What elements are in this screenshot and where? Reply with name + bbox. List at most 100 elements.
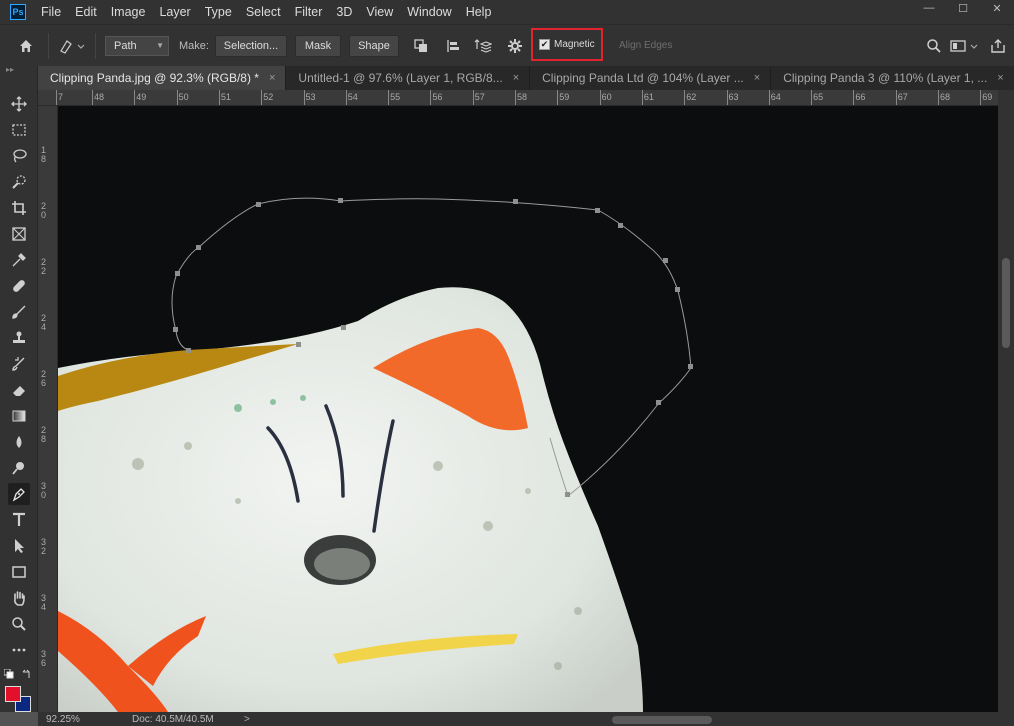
eyedropper-icon[interactable] (8, 249, 30, 271)
tools-panel: ▸▸ (0, 66, 38, 712)
close-icon[interactable]: × (269, 72, 275, 84)
magnetic-label[interactable]: Magnetic (554, 39, 595, 50)
ruler-tick (56, 90, 57, 105)
frame-icon[interactable] (8, 223, 30, 245)
tab-clipping-panda-ltd[interactable]: Clipping Panda Ltd @ 104% (Layer ... × (530, 66, 772, 90)
tab-label: Clipping Panda 3 @ 110% (Layer 1, ... (783, 71, 988, 85)
maximize-button[interactable]: ☐ (946, 0, 980, 16)
ruler-label: 7 (58, 92, 64, 102)
close-icon[interactable]: × (754, 72, 760, 84)
menu-view[interactable]: View (359, 0, 400, 24)
lasso-icon[interactable] (8, 145, 30, 167)
ruler-tick (641, 90, 643, 105)
vertical-scroll-thumb[interactable] (1002, 258, 1010, 348)
chevron-down-icon: ▼ (156, 41, 164, 50)
hand-icon[interactable] (8, 587, 30, 609)
history-brush-icon[interactable] (8, 353, 30, 375)
pen-icon[interactable] (8, 483, 30, 505)
minimize-button[interactable]: — (912, 0, 946, 16)
menu-file[interactable]: File (34, 0, 68, 24)
tab-label: Clipping Panda.jpg @ 92.3% (RGB/8) * (50, 71, 259, 85)
menu-edit[interactable]: Edit (68, 0, 104, 24)
menu-window[interactable]: Window (400, 0, 458, 24)
healing-brush-icon[interactable] (8, 275, 30, 297)
ruler-tick (430, 90, 432, 105)
ruler-label: 2 8 (41, 425, 47, 444)
more-tools-icon[interactable] (8, 639, 30, 661)
ruler-label: 3 4 (41, 593, 47, 612)
default-colors-icon[interactable] (3, 668, 14, 679)
zoom-level[interactable]: 92.25% (38, 714, 94, 725)
tab-clipping-panda-3[interactable]: Clipping Panda 3 @ 110% (Layer 1, ... × (771, 66, 1014, 90)
ruler-tick (811, 90, 813, 105)
horizontal-scroll-thumb[interactable] (611, 716, 712, 724)
tab-untitled-1[interactable]: Untitled-1 @ 97.6% (Layer 1, RGB/8... × (286, 66, 531, 90)
magnetic-highlight: ✔ Magnetic (531, 28, 603, 61)
gradient-icon[interactable] (8, 405, 30, 427)
ruler-label: 57 (474, 92, 485, 102)
brush-icon[interactable] (8, 301, 30, 323)
gear-icon[interactable] (503, 34, 527, 58)
ruler-tick (345, 90, 347, 105)
make-selection-button[interactable]: Selection... (214, 34, 287, 57)
swap-colors-icon[interactable] (22, 668, 32, 678)
close-icon[interactable]: × (997, 72, 1003, 84)
home-icon[interactable] (14, 34, 38, 58)
ruler-tick (134, 90, 136, 105)
menu-type[interactable]: Type (198, 0, 239, 24)
quick-select-icon[interactable] (8, 171, 30, 193)
ruler-tick (261, 90, 263, 105)
menu-image[interactable]: Image (104, 0, 153, 24)
pen-tool-preset-icon[interactable] (54, 34, 90, 58)
canvas-artwork (58, 106, 998, 712)
close-icon[interactable]: × (513, 72, 519, 84)
ruler-label: 56 (432, 92, 443, 102)
make-shape-button[interactable]: Shape (348, 34, 399, 57)
dodge-icon[interactable] (8, 457, 30, 479)
foreground-color-swatch[interactable] (5, 686, 21, 702)
move-icon[interactable] (8, 93, 30, 115)
tab-clipping-panda[interactable]: Clipping Panda.jpg @ 92.3% (RGB/8) * × (38, 66, 287, 90)
eraser-icon[interactable] (8, 379, 30, 401)
ruler-label: 69 (982, 92, 993, 102)
type-icon[interactable] (8, 509, 30, 531)
menu-select[interactable]: Select (239, 0, 288, 24)
ruler-label: 58 (517, 92, 528, 102)
tool-mode-select[interactable]: Path ▼ (105, 35, 169, 56)
magnetic-checkbox[interactable]: ✔ (539, 39, 550, 50)
document-size: Doc: 40.5M/40.5M (132, 713, 214, 725)
ruler-label: 51 (220, 92, 231, 102)
panel-collapse-icon[interactable]: ▸▸ (0, 66, 37, 76)
ruler-tick (684, 90, 686, 105)
path-arrangement-icon[interactable] (471, 34, 495, 58)
search-icon[interactable] (922, 34, 946, 58)
ruler-label: 62 (686, 92, 697, 102)
workspace-icon[interactable] (946, 34, 986, 58)
tab-label: Untitled-1 @ 97.6% (Layer 1, RGB/8... (298, 71, 503, 85)
clone-stamp-icon[interactable] (8, 327, 30, 349)
menu-help[interactable]: Help (459, 0, 499, 24)
zoom-icon[interactable] (8, 613, 30, 635)
blur-icon[interactable] (8, 431, 30, 453)
path-selection-icon[interactable] (8, 535, 30, 557)
document-tabs: Clipping Panda.jpg @ 92.3% (RGB/8) * × U… (38, 66, 1014, 90)
ruler-label: 53 (305, 92, 316, 102)
window-controls: — ☐ ✕ (912, 0, 1014, 16)
ruler-label: 67 (897, 92, 908, 102)
menu-layer[interactable]: Layer (152, 0, 197, 24)
crop-icon[interactable] (8, 197, 30, 219)
make-mask-button[interactable]: Mask (294, 34, 341, 57)
path-alignment-icon[interactable] (441, 34, 465, 58)
status-menu-arrow[interactable]: > (244, 714, 250, 725)
share-icon[interactable] (986, 34, 1010, 58)
path-operations-icon[interactable] (409, 34, 433, 58)
rectangle-icon[interactable] (8, 561, 30, 583)
menu-filter[interactable]: Filter (288, 0, 330, 24)
horizontal-scrollbar[interactable] (262, 714, 982, 724)
close-button[interactable]: ✕ (980, 0, 1014, 16)
document-canvas[interactable] (58, 106, 998, 712)
ruler-tick (938, 90, 939, 105)
vertical-scrollbar[interactable] (998, 90, 1014, 712)
menu-3d[interactable]: 3D (329, 0, 359, 24)
marquee-icon[interactable] (8, 119, 30, 141)
